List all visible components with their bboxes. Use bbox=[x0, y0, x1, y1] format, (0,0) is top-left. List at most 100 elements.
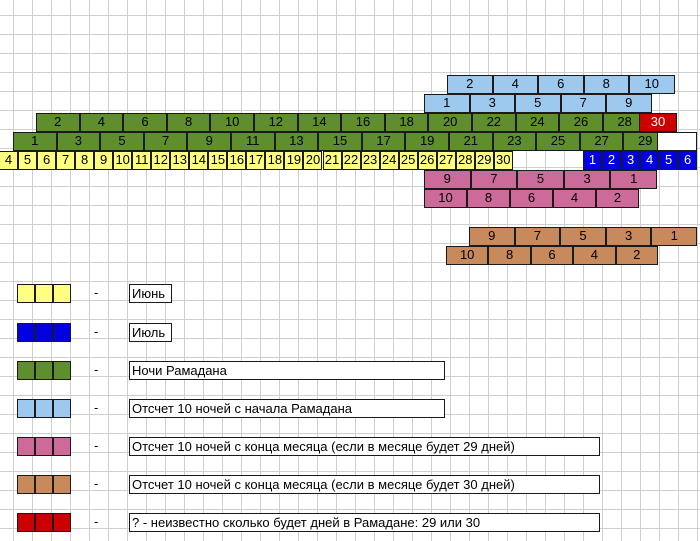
june-day-cell: 28 bbox=[455, 151, 475, 170]
june-day-cell: 16 bbox=[227, 151, 247, 170]
ramadan-night-cell: 21 bbox=[449, 132, 493, 151]
legend-swatch-end29 bbox=[35, 437, 53, 456]
end30-count-cell: 2 bbox=[615, 246, 658, 265]
end29-count-cell: 5 bbox=[517, 170, 564, 189]
ramadan-night-cell: 11 bbox=[231, 132, 275, 151]
june-day-cell: 18 bbox=[265, 151, 285, 170]
end30-count-cell: 10 bbox=[446, 246, 489, 265]
start-count-cell: 1 bbox=[424, 94, 470, 113]
legend-swatch-end30 bbox=[53, 475, 71, 494]
june-day-cell: 24 bbox=[379, 151, 399, 170]
ramadan-night-cell: 15 bbox=[318, 132, 362, 151]
legend-dash: - bbox=[94, 362, 99, 377]
july-day-cell: 3 bbox=[621, 151, 641, 170]
legend-swatch-june bbox=[17, 284, 35, 303]
legend-dash: - bbox=[94, 285, 99, 300]
empty-cell bbox=[657, 132, 697, 151]
ramadan-night-cell: 17 bbox=[361, 132, 406, 151]
start-count-cell: 9 bbox=[606, 94, 652, 113]
june-day-cell: 8 bbox=[75, 151, 95, 170]
july-day-cell: 2 bbox=[602, 151, 622, 170]
ramadan-night-cell: 9 bbox=[187, 132, 231, 151]
june-day-cell: 11 bbox=[132, 151, 152, 170]
ramadan-night-cell: 4 bbox=[79, 113, 124, 132]
ramadan-night-cell: 6 bbox=[123, 113, 167, 132]
end29-count-cell: 7 bbox=[470, 170, 518, 189]
legend-swatch-ramadan bbox=[17, 361, 35, 380]
ramadan-night-cell: 1 bbox=[13, 132, 57, 151]
july-day-cell: 1 bbox=[583, 151, 603, 170]
legend-label-unknown: ? - неизвестно сколько будет дней в Рама… bbox=[129, 513, 600, 532]
end30-count-cell: 8 bbox=[488, 246, 531, 265]
ramadan-night-cell: 18 bbox=[384, 113, 429, 132]
legend-dash: - bbox=[94, 514, 99, 529]
start-count-cell: 6 bbox=[538, 75, 584, 94]
legend-label-june: Июнь bbox=[129, 284, 172, 303]
legend-swatch-june bbox=[35, 284, 53, 303]
legend-swatch-end29 bbox=[53, 437, 71, 456]
legend-dash: - bbox=[94, 476, 99, 491]
ramadan-night-cell: 7 bbox=[143, 132, 188, 151]
june-day-cell: 30 bbox=[493, 151, 513, 170]
start-count-cell: 2 bbox=[447, 75, 493, 94]
june-day-cell: 6 bbox=[37, 151, 57, 170]
june-day-cell: 14 bbox=[189, 151, 209, 170]
june-day-cell: 21 bbox=[322, 151, 342, 170]
legend-dash: - bbox=[94, 400, 99, 415]
june-day-cell: 7 bbox=[56, 151, 76, 170]
ramadan-night-cell: 23 bbox=[492, 132, 537, 151]
june-day-cell: 23 bbox=[360, 151, 380, 170]
ramadan-night-cell: 8 bbox=[166, 113, 211, 132]
ramadan-night-cell: 24 bbox=[515, 113, 560, 132]
june-day-cell: 29 bbox=[474, 151, 494, 170]
end29-count-cell: 1 bbox=[610, 170, 657, 189]
june-day-cell: 17 bbox=[246, 151, 266, 170]
start-count-cell: 5 bbox=[515, 94, 561, 113]
june-day-cell: 9 bbox=[94, 151, 114, 170]
ramadan-night-cell: 26 bbox=[559, 113, 603, 132]
ramadan-night-cell: 27 bbox=[579, 132, 624, 151]
legend-swatch-end30 bbox=[35, 475, 53, 494]
unknown-night-cell: 30 bbox=[639, 113, 677, 132]
june-day-cell: 27 bbox=[436, 151, 456, 170]
ramadan-night-cell: 19 bbox=[405, 132, 449, 151]
ramadan-night-cell: 22 bbox=[472, 113, 516, 132]
ramadan-night-cell: 13 bbox=[274, 132, 319, 151]
ramadan-night-cell: 12 bbox=[254, 113, 298, 132]
legend-dash: - bbox=[94, 324, 99, 339]
legend-swatch-july bbox=[53, 323, 71, 342]
legend-swatch-start10 bbox=[35, 399, 53, 418]
legend-swatch-ramadan bbox=[53, 361, 71, 380]
start-count-cell: 3 bbox=[469, 94, 515, 113]
legend-swatch-end30 bbox=[17, 475, 35, 494]
legend-swatch-june bbox=[53, 284, 71, 303]
start-count-cell: 10 bbox=[629, 75, 675, 94]
july-day-cell: 6 bbox=[678, 151, 698, 170]
june-day-cell: 15 bbox=[208, 151, 228, 170]
june-day-cell: 20 bbox=[303, 151, 323, 170]
end29-count-cell: 9 bbox=[424, 170, 471, 189]
legend-label-july: Июль bbox=[129, 323, 172, 342]
start-count-cell: 4 bbox=[492, 75, 538, 94]
end30-count-cell: 5 bbox=[560, 227, 606, 246]
ramadan-night-cell: 20 bbox=[428, 113, 472, 132]
ramadan-night-cell: 10 bbox=[210, 113, 254, 132]
ramadan-night-cell: 16 bbox=[341, 113, 385, 132]
legend-swatch-ramadan bbox=[35, 361, 53, 380]
june-day-cell: 4 bbox=[0, 151, 19, 170]
end29-count-cell: 8 bbox=[467, 189, 510, 208]
end30-count-cell: 9 bbox=[469, 227, 515, 246]
end30-count-cell: 6 bbox=[530, 246, 574, 265]
end29-count-cell: 6 bbox=[510, 189, 553, 208]
legend-swatch-unknown bbox=[35, 513, 53, 532]
ramadan-night-cell: 5 bbox=[100, 132, 144, 151]
end30-count-cell: 3 bbox=[605, 227, 652, 246]
legend-swatch-july bbox=[17, 323, 35, 342]
end29-count-cell: 10 bbox=[424, 189, 467, 208]
legend-label-ramadan: Ночи Рамадана bbox=[129, 361, 445, 380]
june-day-cell: 19 bbox=[284, 151, 304, 170]
june-day-cell: 26 bbox=[417, 151, 437, 170]
end30-count-cell: 1 bbox=[651, 227, 697, 246]
legend-label-end29: Отсчет 10 ночей с конца месяца (если в м… bbox=[129, 437, 600, 456]
july-day-cell: 5 bbox=[659, 151, 679, 170]
